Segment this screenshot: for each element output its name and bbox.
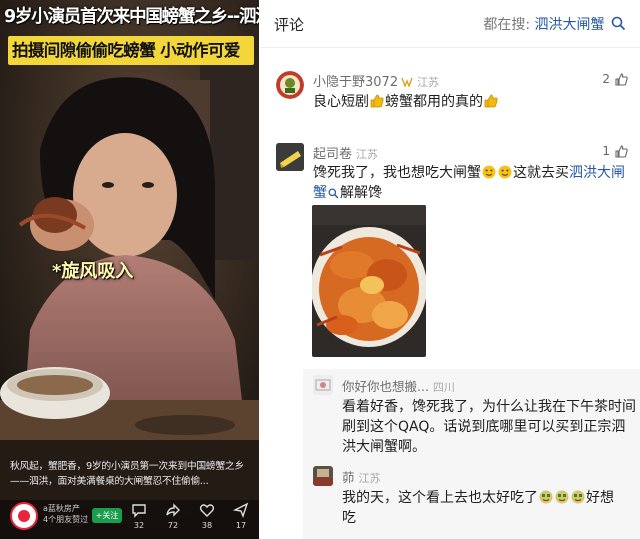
trending-search-prefix: 都在搜:	[483, 17, 535, 33]
reply-thread: 你好你也想搬... 四川 看着好香，馋死我了，为什么让我在下午茶时间刷到这个QAQ…	[303, 369, 640, 539]
panel-title: 评论	[274, 16, 305, 34]
video-description-line: ——泗洪，面对美满餐桌的大闸蟹忍不住偷偷...	[10, 476, 209, 487]
comment-icon	[132, 504, 146, 518]
trending-search-term[interactable]: 泗洪大闸蟹	[535, 17, 605, 33]
comment-like[interactable]: 2	[602, 72, 628, 86]
avatar[interactable]	[313, 466, 333, 486]
drooling-emoji-icon	[482, 165, 496, 179]
forward-icon	[233, 502, 249, 518]
avatar[interactable]	[313, 375, 333, 395]
comment-like[interactable]: 1	[602, 144, 628, 158]
thumbs-up-emoji-icon	[370, 94, 384, 108]
video-description-line: 秋风起，蟹肥香，9岁的小演员第一次来到中国螃蟹之乡	[10, 461, 244, 472]
comment-author[interactable]: 你好你也想搬... 四川	[342, 376, 455, 395]
comment-author[interactable]: 起司卷 江苏	[313, 143, 378, 162]
thumbs-up-emoji-icon	[484, 94, 498, 108]
like-count: 1	[602, 144, 610, 158]
comment-text: 馋死我了，我也想吃大闸蟹 这就去买泗洪大闸蟹解解馋	[313, 165, 625, 201]
video-action-bar: a蓝秋房产 4个朋友赞过 +关注 32 72 38 17	[0, 498, 259, 539]
share-count: 72	[167, 521, 179, 530]
comment-author[interactable]: 小隐于野3072 江苏	[313, 71, 439, 90]
comment-item: 小隐于野3072 江苏 2 良心短剧 螃蟹都用的真的	[260, 68, 640, 118]
follow-button[interactable]: +关注	[92, 508, 122, 523]
video-title: 9岁小演员首次来中国螃蟹之乡--泗洪	[4, 7, 259, 27]
share-action[interactable]: 72	[158, 500, 188, 538]
comment-location: 江苏	[358, 472, 381, 485]
video-player[interactable]: 9岁小演员首次来中国螃蟹之乡--泗洪 拍摄间隙偷偷吃螃蟹 小动作可爱 *旋风吸入…	[0, 0, 259, 539]
reply-item: 茆江苏 我的天，这个看上去也太好吃了 好想吃	[303, 466, 640, 536]
badge-icon	[401, 77, 413, 88]
trending-search[interactable]: 都在搜: 泗洪大闸蟹	[483, 14, 626, 34]
search-icon[interactable]	[611, 16, 626, 31]
account-name: a蓝秋房产	[43, 504, 80, 513]
money-eyes-emoji-icon	[571, 490, 585, 504]
avatar[interactable]	[276, 143, 304, 171]
search-small-icon	[328, 188, 339, 199]
thumb-up-icon	[615, 72, 628, 86]
like-action[interactable]: 38	[192, 500, 222, 538]
money-eyes-emoji-icon	[555, 490, 569, 504]
video-description[interactable]: 秋风起，蟹肥香，9岁的小演员第一次来到中国螃蟹之乡 ——泗洪，面对美满餐桌的大闸…	[10, 459, 258, 489]
search-link[interactable]: 泗洪大闸	[569, 165, 625, 181]
search-link[interactable]: 蟹	[313, 185, 327, 201]
comment-attached-photo[interactable]	[312, 205, 426, 357]
comment-count: 32	[133, 521, 145, 530]
money-eyes-emoji-icon	[539, 490, 553, 504]
comment-location: 江苏	[356, 148, 379, 161]
comment-author[interactable]: 茆江苏	[342, 467, 381, 486]
account-friends: 4个朋友赞过	[43, 515, 89, 524]
heart-icon	[199, 504, 215, 517]
comment-panel: 评论 都在搜: 泗洪大闸蟹 小隐于野3072 江苏 2 良心短剧 螃蟹都用的真的 起…	[260, 0, 640, 539]
like-count: 2	[602, 72, 610, 86]
forward-action[interactable]: 17	[226, 500, 256, 538]
video-subtitle-banner: 拍摄间隙偷偷吃螃蟹 小动作可爱	[8, 36, 254, 65]
share-icon	[166, 503, 180, 517]
forward-count: 17	[235, 521, 247, 530]
comment-location: 四川	[432, 381, 455, 394]
comment-text: 我的天，这个看上去也太好吃了 好想吃	[342, 490, 614, 526]
comment-text: 看着好香，馋死我了，为什么让我在下午茶时间刷到这个QAQ。话说到底哪里可以买到正…	[342, 399, 636, 455]
drooling-emoji-icon	[498, 165, 512, 179]
like-count: 38	[201, 521, 213, 530]
account-info[interactable]: a蓝秋房产 4个朋友赞过	[43, 503, 93, 525]
comment-panel-header: 评论 都在搜: 泗洪大闸蟹	[260, 0, 640, 48]
account-logo-icon[interactable]	[10, 502, 38, 530]
comment-location: 江苏	[417, 76, 440, 89]
reply-item: 你好你也想搬... 四川 看着好香，馋死我了，为什么让我在下午茶时间刷到这个QAQ…	[303, 375, 640, 460]
comment-action[interactable]: 32	[124, 500, 154, 538]
comment-text: 良心短剧 螃蟹都用的真的	[313, 92, 623, 112]
video-caption: *旋风吸入	[52, 261, 134, 282]
thumb-up-icon	[615, 144, 628, 158]
avatar[interactable]	[276, 71, 304, 99]
